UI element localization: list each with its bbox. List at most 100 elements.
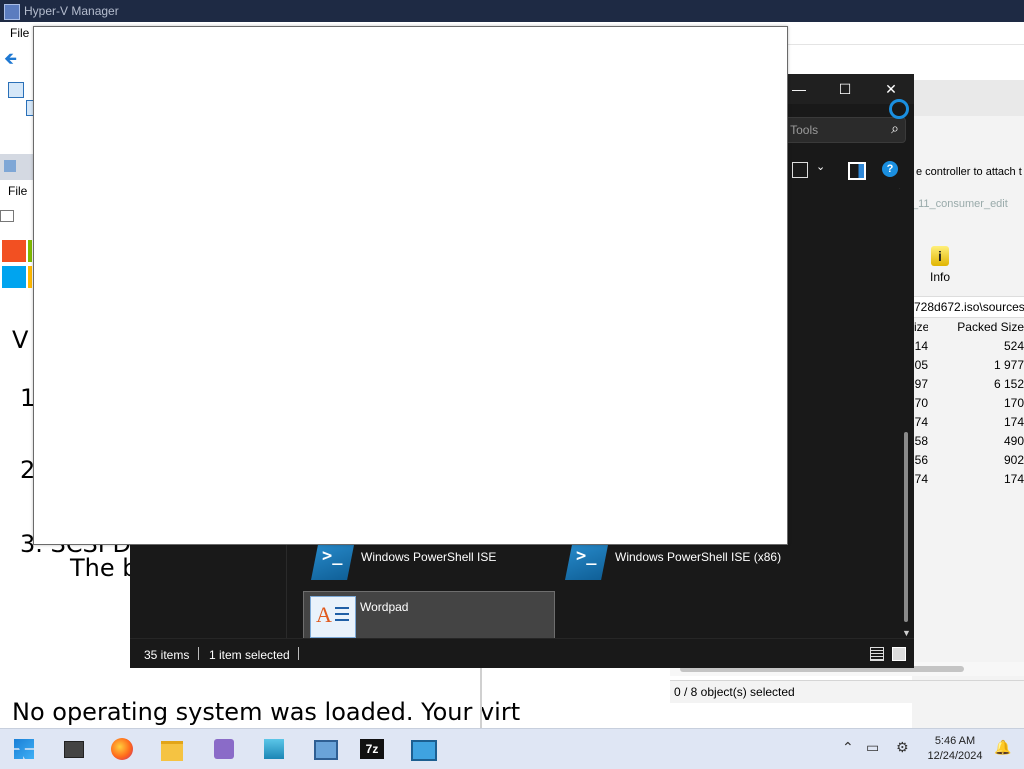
clock[interactable]: 5:46 AM 12/24/2024 bbox=[926, 734, 984, 764]
info-label: Info bbox=[930, 270, 951, 284]
table-row[interactable]: 58 490 bbox=[912, 432, 1024, 451]
powershell-ise-x86-icon: >_ bbox=[565, 540, 609, 580]
vm-titlebar bbox=[0, 154, 34, 180]
explorer-vertical-scrollbar[interactable]: ▼ bbox=[900, 188, 914, 638]
back-arrow-icon[interactable]: 🡸 bbox=[4, 48, 17, 75]
sevenzip-address-bar[interactable]: 728d672.iso\sources\ bbox=[912, 296, 1024, 318]
clock-date: 12/24/2024 bbox=[927, 750, 983, 762]
sevenzip-address-text: 728d672.iso\sources\ bbox=[914, 300, 1024, 314]
table-row[interactable]: 97 6 152 bbox=[912, 375, 1024, 394]
cell-size: 74 bbox=[914, 472, 928, 486]
table-row[interactable]: 14 524 bbox=[912, 337, 1024, 356]
cell-packed-size: 524 bbox=[1003, 339, 1024, 353]
table-row[interactable]: 05 1 977 bbox=[912, 356, 1024, 375]
cell-packed-size: 174 bbox=[1003, 415, 1024, 429]
cell-size: 97 bbox=[914, 377, 928, 391]
pane-divider bbox=[480, 666, 482, 728]
details-view-icon[interactable] bbox=[870, 647, 884, 661]
sevenzip-blurred-path: _11_consumer_edit bbox=[912, 198, 1008, 210]
ctrl-alt-del-icon[interactable] bbox=[0, 210, 14, 222]
console-line-6: No operating system was loaded. Your vir… bbox=[12, 698, 521, 726]
large-icons-view-icon[interactable] bbox=[892, 647, 906, 661]
tile-label: Windows PowerShell ISE bbox=[361, 550, 497, 564]
console-line-1: V bbox=[12, 326, 29, 354]
notification-bell-icon[interactable]: 🔔 bbox=[994, 739, 1011, 756]
table-header: ize Packed Size bbox=[912, 318, 1024, 337]
folder-icon bbox=[161, 741, 183, 761]
vm-menu-file[interactable]: File bbox=[8, 184, 27, 198]
status-separator bbox=[298, 647, 299, 660]
sevenzip-taskbar-button[interactable]: 7z bbox=[360, 737, 384, 761]
hyperv-title: Hyper-V Manager bbox=[24, 4, 119, 18]
view-options-icon[interactable] bbox=[792, 162, 808, 178]
cell-size: 58 bbox=[914, 434, 928, 448]
chevron-down-icon[interactable]: ⌄ bbox=[816, 160, 825, 173]
cell-size: 70 bbox=[914, 396, 928, 410]
sevenzip-statusbar: 0 / 8 object(s) selected bbox=[670, 680, 1024, 703]
cell-size: 05 bbox=[914, 358, 928, 372]
firefox-taskbar-button[interactable] bbox=[110, 737, 134, 761]
floppy-icon bbox=[214, 739, 234, 759]
column-header-packed-size[interactable]: Packed Size bbox=[932, 320, 1024, 334]
console-line-5: The b bbox=[70, 554, 138, 582]
blank-dialog-window[interactable] bbox=[33, 26, 788, 545]
info-button[interactable]: i Info bbox=[930, 246, 950, 284]
sevenzip-status-text: 0 / 8 object(s) selected bbox=[674, 685, 795, 699]
cell-packed-size: 174 bbox=[1003, 472, 1024, 486]
vmconnect-taskbar-button[interactable] bbox=[312, 737, 338, 761]
cell-packed-size: 170 bbox=[1003, 396, 1024, 410]
vm-menubar: File bbox=[0, 180, 34, 203]
vm-connect-icon bbox=[314, 740, 338, 760]
table-row[interactable]: 56 902 bbox=[912, 451, 1024, 470]
hyperv-server-icon bbox=[264, 739, 284, 759]
rdp-taskbar-button[interactable] bbox=[410, 737, 437, 761]
wordpad-icon: A bbox=[310, 596, 356, 638]
cell-size: 74 bbox=[914, 415, 928, 429]
column-header-size[interactable]: ize bbox=[914, 320, 928, 334]
hyperv-app-icon bbox=[4, 4, 20, 20]
table-row[interactable]: 74 174 bbox=[912, 470, 1024, 489]
info-icon: i bbox=[931, 246, 949, 266]
explorer-statusbar: 35 items 1 item selected bbox=[130, 638, 914, 668]
chevron-up-icon[interactable]: ⌃ bbox=[842, 739, 854, 756]
vm-toolbar bbox=[0, 202, 34, 230]
hyperv-taskbar-button[interactable] bbox=[262, 737, 286, 761]
file-explorer-taskbar-button[interactable] bbox=[160, 737, 184, 761]
status-item-count: 35 items bbox=[144, 648, 190, 662]
table-row[interactable]: 74 174 bbox=[912, 413, 1024, 432]
hyperv-toolbar: 🡸 bbox=[0, 44, 34, 72]
tile-label: Windows PowerShell ISE (x86) bbox=[615, 550, 782, 564]
vm-window-icon bbox=[4, 160, 16, 172]
app-taskbar-button[interactable] bbox=[212, 737, 236, 761]
server-icon[interactable] bbox=[8, 82, 24, 98]
monitor-alert-icon[interactable]: ▭ bbox=[866, 739, 879, 756]
scrollbar-thumb[interactable] bbox=[904, 432, 908, 622]
cell-size: 14 bbox=[914, 339, 928, 353]
details-pane-icon[interactable] bbox=[848, 162, 866, 180]
hyperv-menu-file[interactable]: File bbox=[10, 26, 29, 40]
task-view-icon bbox=[64, 741, 84, 758]
help-icon[interactable]: ? bbox=[882, 161, 898, 177]
taskbar: 7z ⌃ ▭ ⚙ 5:46 AM 12/24/2024 🔔 bbox=[0, 728, 1024, 769]
tile-label: Wordpad bbox=[360, 600, 409, 614]
task-view-button[interactable] bbox=[62, 737, 86, 761]
status-separator bbox=[198, 647, 199, 660]
maximize-button[interactable]: ☐ bbox=[822, 74, 868, 104]
sevenzip-toolbar bbox=[912, 80, 1024, 116]
tile-wordpad[interactable]: A Wordpad bbox=[303, 591, 555, 643]
cell-size: 56 bbox=[914, 453, 928, 467]
table-row[interactable]: 70 170 bbox=[912, 394, 1024, 413]
windows-start-icon bbox=[14, 739, 34, 759]
cell-packed-size: 6 152 bbox=[993, 377, 1024, 391]
search-icon[interactable]: ⌕ bbox=[891, 120, 899, 137]
network-icon[interactable]: ⚙ bbox=[896, 739, 909, 756]
start-button[interactable] bbox=[12, 737, 36, 761]
scroll-down-arrow-icon[interactable]: ▼ bbox=[902, 628, 911, 638]
sevenzip-window: e controller to attach t _11_consumer_ed… bbox=[912, 80, 1024, 728]
sevenzip-file-list: ize Packed Size 14 524 05 1 977 97 6 152 70… bbox=[912, 318, 1024, 489]
search-box[interactable]: vs Tools ⌕ bbox=[770, 117, 906, 143]
close-button[interactable]: ✕ bbox=[868, 74, 914, 104]
hyperv-tree-pane bbox=[0, 72, 36, 152]
sevenzip-header-text: e controller to attach t bbox=[916, 166, 1022, 178]
clock-time: 5:46 AM bbox=[934, 735, 976, 747]
